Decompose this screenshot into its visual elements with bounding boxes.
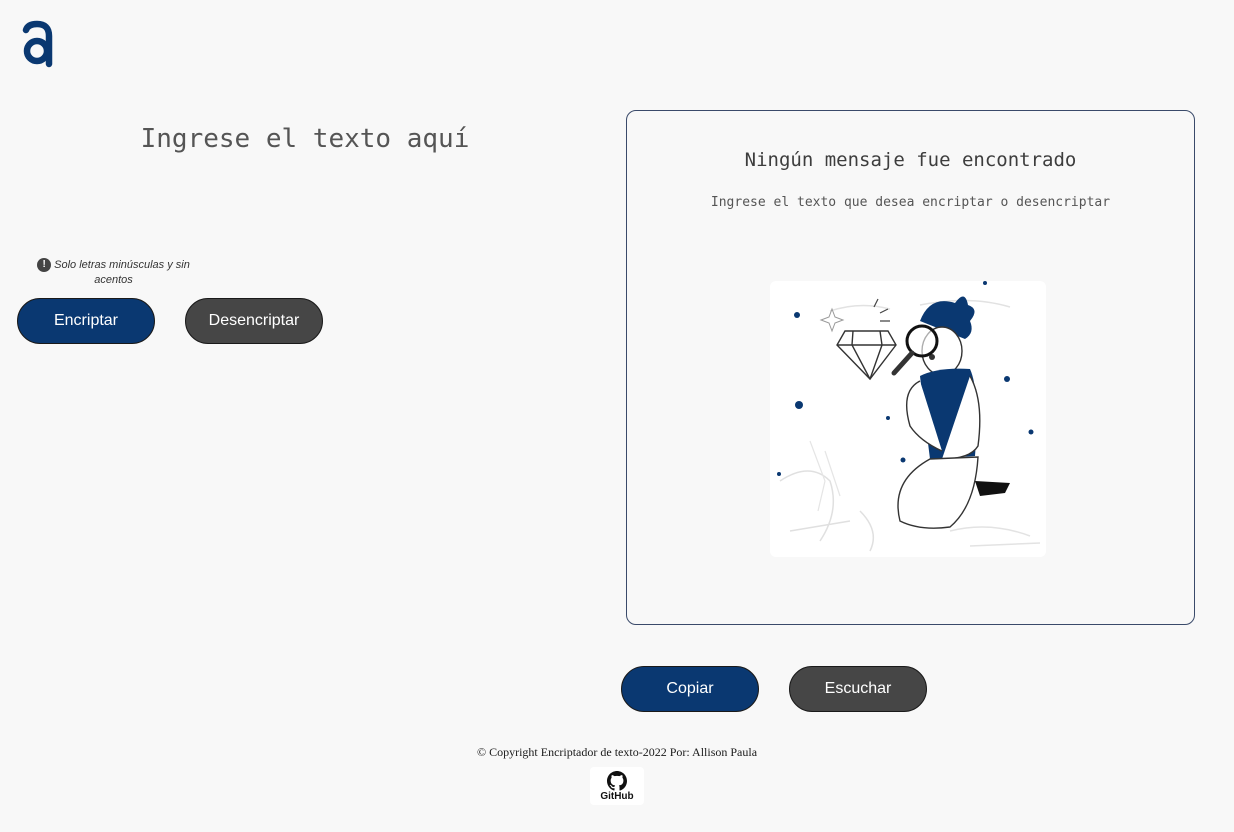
exclamation-circle-icon: !	[37, 258, 52, 272]
output-panel: Ningún mensaje fue encontrado Ingrese el…	[626, 110, 1195, 625]
copy-button[interactable]: Copiar	[621, 666, 759, 712]
footer-copyright: © Copyright Encriptador de texto-2022 Po…	[476, 745, 758, 759]
github-link[interactable]: GitHub	[590, 767, 644, 805]
message-input[interactable]	[40, 118, 570, 238]
hint-text: Solo letras minúsculas y sin acentos	[54, 259, 190, 286]
decrypt-button[interactable]: Desencriptar	[185, 298, 323, 344]
github-label: GitHub	[600, 790, 634, 802]
empty-state-illustration	[770, 281, 1046, 557]
output-title: Ningún mensaje fue encontrado	[744, 149, 1077, 171]
input-hint: ! Solo letras minúsculas y sin acentos	[26, 258, 201, 288]
output-subtitle: Ingrese el texto que desea encriptar o d…	[710, 195, 1111, 210]
brand-logo	[20, 20, 54, 68]
encrypt-button[interactable]: Encriptar	[17, 298, 155, 344]
listen-button[interactable]: Escuchar	[789, 666, 927, 712]
github-icon	[607, 770, 627, 791]
